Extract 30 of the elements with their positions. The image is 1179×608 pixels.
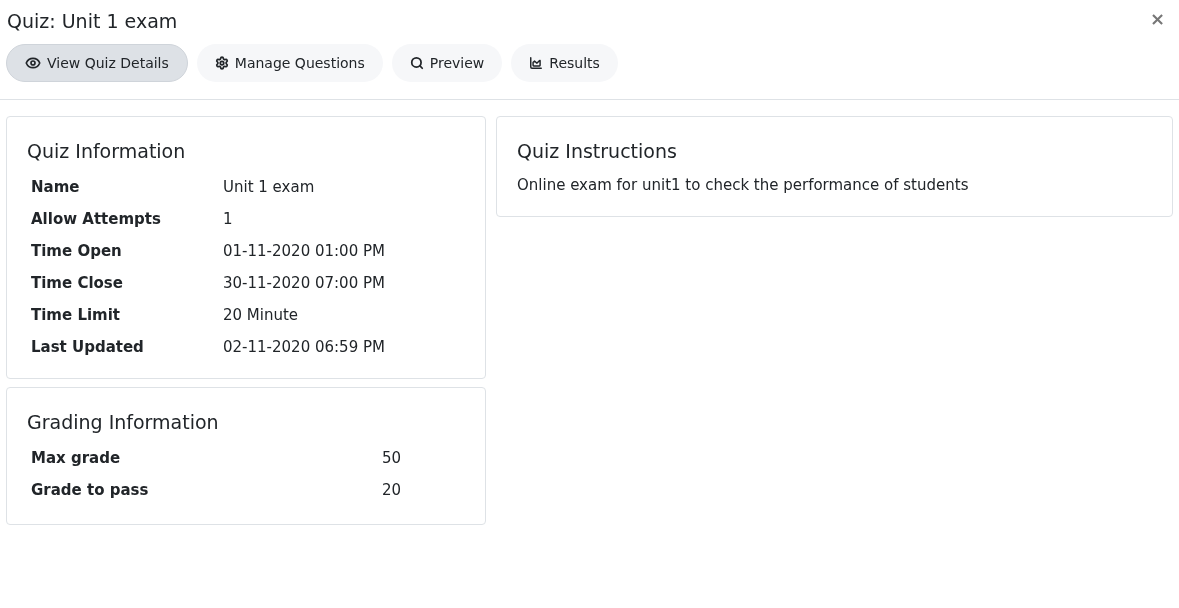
field-value: 30-11-2020 07:00 PM [223,273,385,295]
close-button[interactable]: × [1149,10,1165,28]
instructions-text: Online exam for unit1 to check the performance of students [517,174,970,196]
tab[interactable]: View Quiz Details [6,44,188,82]
field-label: Max grade [31,447,122,469]
search-icon [409,56,424,70]
field-label: Last Updated [31,337,145,359]
tab[interactable]: Results [511,44,618,82]
field-label: Time Limit [31,305,122,327]
field-value: 50 [382,447,402,469]
field-label: Time Open [31,241,123,263]
card-heading: Quiz Information [27,139,187,164]
field-value: 01-11-2020 01:00 PM [223,241,385,263]
field-label: Time Close [31,273,124,295]
field-value: Unit 1 exam [223,177,315,199]
field-value: 20 Minute [223,305,299,327]
field-label: Grade to pass [31,479,150,501]
gear-icon [214,56,229,70]
tab[interactable]: Preview [391,44,503,82]
eye-icon [25,55,41,71]
card-heading: Quiz Instructions [517,139,678,164]
field-value: 20 [382,479,402,501]
dialog-title: Quiz: Unit 1 exam [7,9,178,34]
area-chart-icon [529,56,544,70]
field-label: Allow Attempts [31,209,162,231]
tab[interactable]: Manage Questions [196,44,383,82]
card-heading: Grading Information [27,409,220,435]
field-label: Name [31,177,81,199]
field-value: 1 [223,209,233,231]
field-value: 02-11-2020 06:59 PM [223,337,385,359]
